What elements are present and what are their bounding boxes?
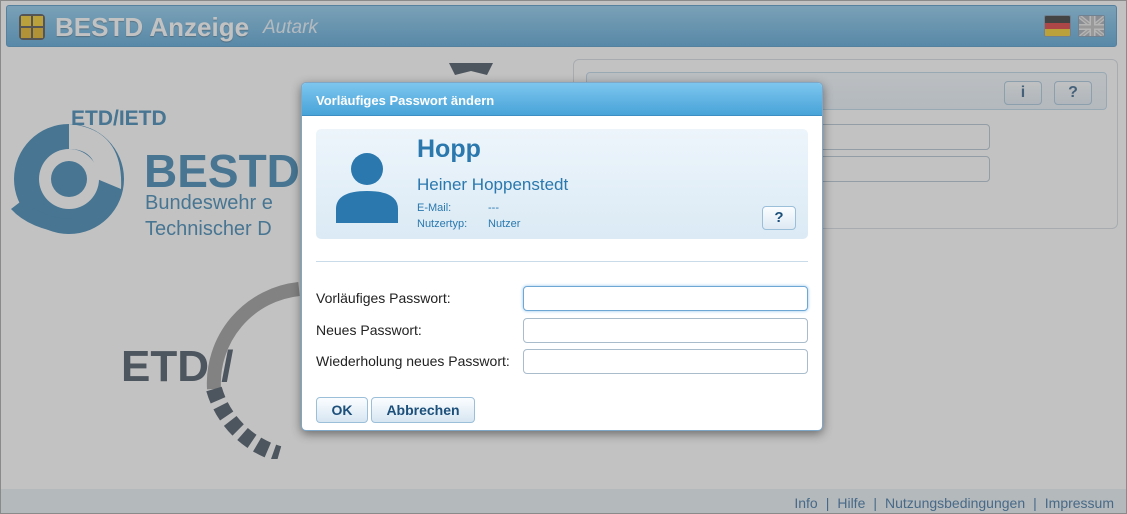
user-type-value: Nutzer: [488, 218, 521, 230]
user-short-name: Hopp: [417, 135, 481, 163]
repeat-password-label: Wiederholung neues Passwort:: [316, 353, 510, 369]
email-value: ---: [488, 202, 499, 214]
user-avatar-icon: [336, 153, 398, 223]
cancel-button[interactable]: Abbrechen: [371, 397, 475, 423]
new-password-label: Neues Passwort:: [316, 322, 422, 338]
dialog-help-button[interactable]: ?: [762, 206, 796, 230]
email-label: E-Mail:: [417, 202, 452, 214]
dialog-title: Vorläufiges Passwort ändern: [316, 93, 495, 108]
temp-password-label: Vorläufiges Passwort:: [316, 290, 451, 306]
repeat-password-input[interactable]: [523, 349, 808, 374]
dialog-titlebar[interactable]: Vorläufiges Passwort ändern: [302, 83, 822, 116]
app-window: BESTD Anzeige Autark ETD/IETD BESTD Bund…: [0, 0, 1127, 514]
dialog-divider: [316, 261, 808, 262]
temp-password-input[interactable]: [523, 286, 808, 311]
new-password-input[interactable]: [523, 318, 808, 343]
user-type-label: Nutzertyp:: [417, 218, 468, 230]
user-card: Hopp Heiner Hoppenstedt E-Mail: --- Nutz…: [316, 129, 808, 239]
ok-button[interactable]: OK: [316, 397, 368, 423]
user-full-name: Heiner Hoppenstedt: [417, 175, 569, 194]
change-password-dialog: Vorläufiges Passwort ändern Hopp Heiner …: [301, 82, 823, 431]
